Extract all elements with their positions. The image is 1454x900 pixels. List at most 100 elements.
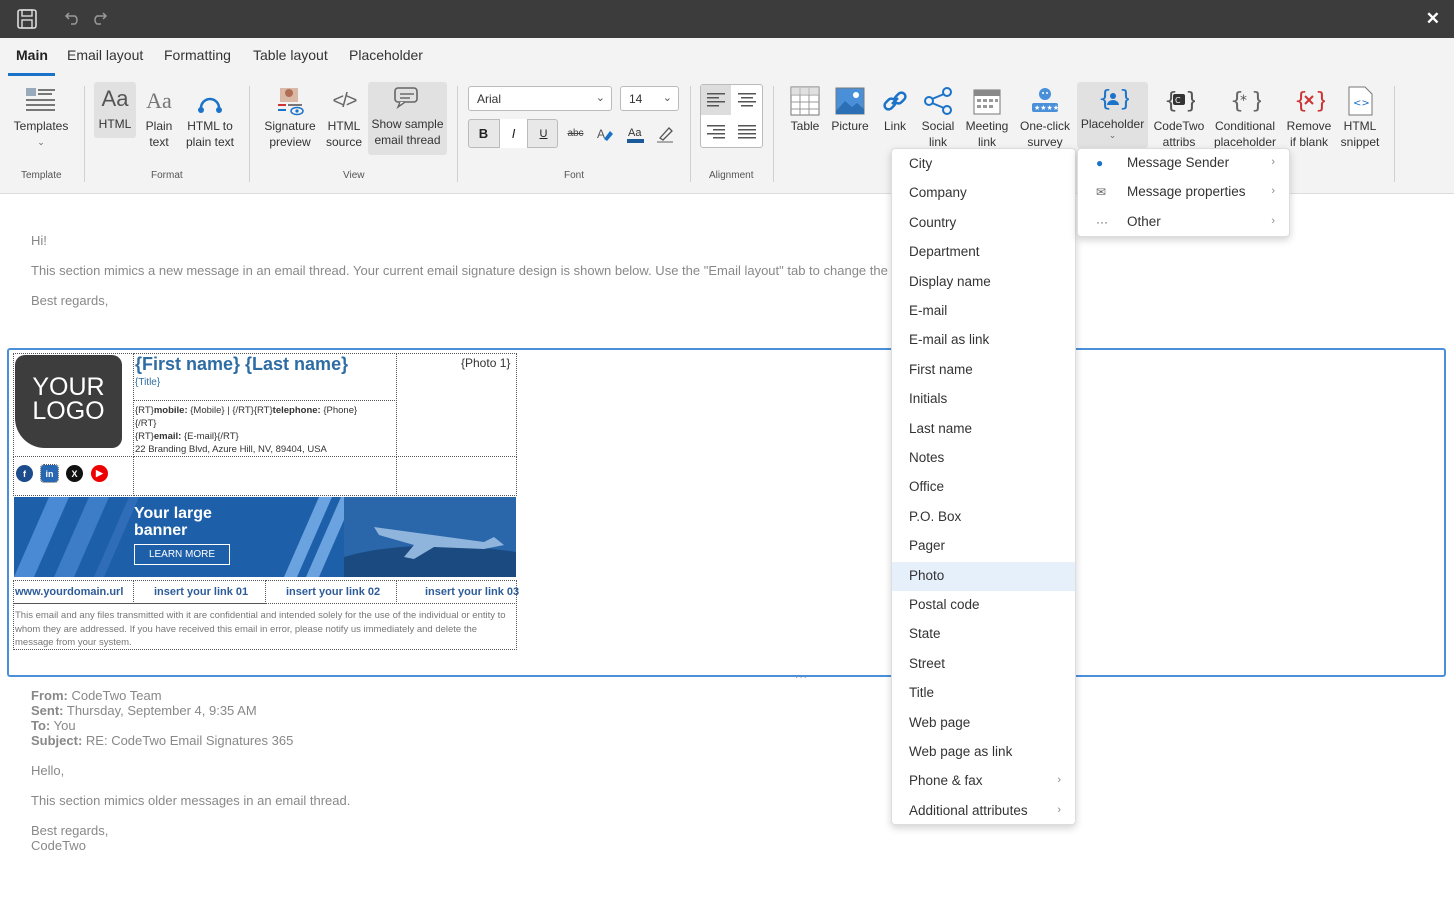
convert-icon [182,84,238,118]
placeholder-menu-item[interactable]: City [892,150,1075,179]
table-button[interactable]: Table [785,84,825,134]
html-to-plain-button[interactable]: HTML to plain text [182,84,238,150]
strikethrough-button[interactable]: abc [561,119,590,148]
placeholder-menu-item[interactable]: E-mail [892,297,1075,326]
templates-button[interactable]: Templates ⌄ [10,84,72,150]
submenu-message-properties[interactable]: ✉ Message properties › [1078,178,1291,207]
bold-button[interactable]: B [469,119,498,148]
placeholder-menu-item[interactable]: Notes [892,444,1075,473]
italic-button[interactable]: I [499,119,528,148]
align-right-icon[interactable] [701,117,731,147]
sig-link-03[interactable]: insert your link 03 [425,586,519,598]
separator [690,86,691,182]
placeholder-menu-item[interactable]: Company [892,179,1075,208]
thread-intro: This section mimics a new message in an … [31,263,1034,278]
social-link-button[interactable]: Social link [917,84,959,150]
submenu-other[interactable]: ··· Other › [1078,208,1291,237]
sig-link-02[interactable]: insert your link 02 [286,586,380,598]
font-color-icon[interactable]: Aa [620,119,649,148]
meeting-link-button[interactable]: Meeting link [962,84,1012,150]
sig-contact[interactable]: {RT}mobile: {Mobile} | {/RT}{RT}telephon… [135,404,397,456]
tab-formatting[interactable]: Formatting [164,47,231,63]
sig-title[interactable]: {Title} [135,377,160,388]
redo-icon[interactable] [90,10,108,26]
font-name-select[interactable]: Arial ⌄ [468,86,612,111]
envelope-icon: ✉ [1096,185,1107,199]
close-icon[interactable]: ✕ [1426,9,1440,29]
chevron-down-icon: ⌄ [662,92,672,104]
align-justify-icon[interactable] [732,117,762,147]
placeholder-menu-item[interactable]: State [892,620,1075,649]
codetwo-attribs-button[interactable]: {}C CodeTwo attribs [1151,84,1207,150]
placeholder-menu-item[interactable]: Office [892,473,1075,502]
placeholder-menu-item[interactable]: Web page as link [892,738,1075,767]
save-icon[interactable] [16,8,38,30]
align-center-icon[interactable] [732,85,762,115]
placeholder-menu-item[interactable]: P.O. Box [892,503,1075,532]
sig-link-01[interactable]: insert your link 01 [154,586,248,598]
picture-button[interactable]: Picture [829,84,871,134]
one-click-survey-button[interactable]: ★★★★ One-click survey [1016,84,1074,150]
placeholder-menu-item[interactable]: Title [892,679,1075,708]
sig-name[interactable]: {First name} {Last name} [135,354,348,375]
undo-icon[interactable] [64,10,82,26]
resize-handle[interactable]: ··· [795,672,808,683]
tab-table-layout[interactable]: Table layout [253,47,328,63]
view-group-label: View [343,170,365,181]
placeholder-menu-item[interactable]: Initials [892,385,1075,414]
conditional-placeholder-button[interactable]: {}* Conditional placeholder [1210,84,1280,150]
placeholder-menu-item[interactable]: Web page [892,709,1075,738]
placeholder-menu-item[interactable]: Additional attributes › [892,797,1075,826]
placeholder-menu-item[interactable]: Street [892,650,1075,679]
html-source-button[interactable]: </> HTML source [322,84,366,150]
clear-format-icon[interactable]: A [590,119,619,148]
font-name-value: Arial [477,92,502,106]
submenu-message-sender[interactable]: ● Message Sender › [1078,149,1291,178]
youtube-icon[interactable]: ▶ [91,465,108,482]
placeholder-menu-item[interactable]: Pager [892,532,1075,561]
placeholder-menu-item[interactable]: Phone & fax › [892,767,1075,796]
sig-banner[interactable]: Your large banner LEARN MORE [14,497,516,577]
plain-text-button[interactable]: Aa Plain text [138,84,180,150]
font-group-label: Font [564,170,585,181]
older-message-text: This section mimics older messages in an… [31,793,351,808]
closing: Best regards, [31,293,109,308]
html-format-button[interactable]: Aa HTML [94,82,136,138]
sig-preview-label-1: Signature [264,119,316,133]
table-label: Table [790,119,820,133]
sig-disclaimer[interactable]: This email and any files transmitted wit… [15,609,515,650]
placeholder-menu-item[interactable]: Photo [892,561,1075,591]
placeholder-menu-item[interactable]: Last name [892,415,1075,444]
font-size-select[interactable]: 14 ⌄ [620,86,679,111]
placeholder-menu-item[interactable]: E-mail as link [892,326,1075,355]
sig-domain-link[interactable]: www.yourdomain.url [15,586,123,598]
placeholder-menu-item[interactable]: First name [892,356,1075,385]
signature-preview-button[interactable]: Signature preview [260,84,320,150]
facebook-icon[interactable]: f [16,465,33,482]
highlight-icon[interactable] [650,119,679,148]
align-left-icon[interactable] [701,85,731,115]
x-icon[interactable]: X [66,465,83,482]
sent-line: Sent: Thursday, September 4, 9:35 AM [31,703,257,718]
tab-email-layout[interactable]: Email layout [67,47,143,63]
menu-item-label: E-mail [909,303,948,318]
placeholder-menu-item[interactable]: Display name [892,268,1075,297]
tab-placeholder[interactable]: Placeholder [349,47,423,63]
html-source-label-2: source [325,135,363,149]
tab-main[interactable]: Main [16,47,48,63]
link-button[interactable]: Link [875,84,915,134]
remove-blank-label-1: Remove [1286,119,1332,133]
placeholder-menu-item[interactable]: Country [892,209,1075,238]
show-sample-thread-button[interactable]: Show sample email thread [368,82,447,155]
placeholder-menu-item[interactable]: Department [892,238,1075,267]
alignment-buttons [700,84,763,148]
underline-button[interactable]: U [529,119,558,148]
linkedin-icon[interactable]: in [40,464,59,483]
learn-more-button[interactable]: LEARN MORE [134,544,230,565]
menu-item-label: Initials [909,391,948,407]
placeholder-button[interactable]: {} Placeholder ⌄ [1077,82,1148,148]
sig-photo-placeholder[interactable]: {Photo 1} [461,356,510,370]
placeholder-menu-item[interactable]: Postal code [892,591,1075,620]
remove-if-blank-button[interactable]: {} Remove if blank [1284,84,1334,150]
html-snippet-button[interactable]: <> HTML snippet [1337,84,1383,150]
